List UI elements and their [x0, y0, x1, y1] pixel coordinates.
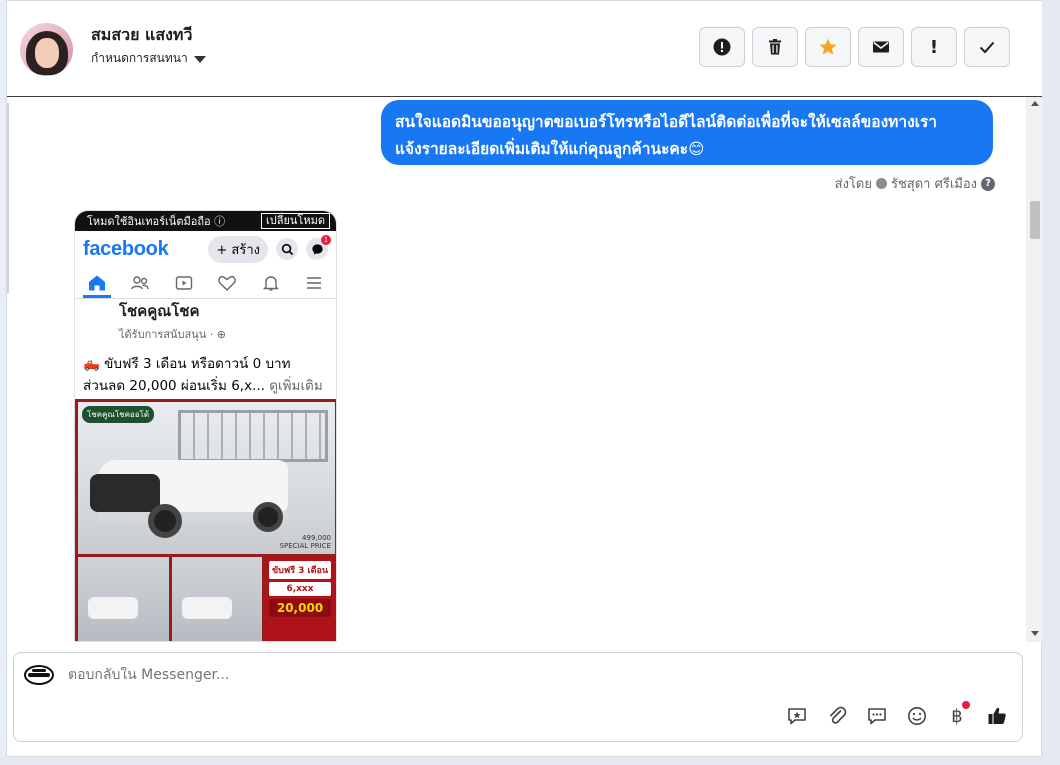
reply-composer: ฿	[13, 652, 1023, 742]
ad-price-label: SPECIAL PRICE	[279, 542, 331, 550]
done-button[interactable]	[964, 27, 1010, 67]
ad-price: 499,000	[302, 534, 331, 542]
ad-image: โชคคูณโชคออโต้ 499,000 SPECIAL PRICE ขับ…	[75, 399, 336, 641]
truck-rack	[178, 410, 328, 462]
thread-edge-marker	[7, 103, 9, 293]
menu-icon	[307, 276, 322, 289]
ad-brand-badge: โชคคูณโชคออโต้	[82, 406, 155, 423]
emoji-button[interactable]	[904, 703, 930, 729]
mark-unread-button[interactable]	[858, 27, 904, 67]
composer-tools: ฿	[784, 701, 1010, 729]
sponsored-label: ได้รับการสนับสนุน · ⊕	[119, 328, 226, 341]
ad-main-photo: โชคคูณโชคออโต้ 499,000 SPECIAL PRICE	[78, 402, 335, 554]
caret-down-icon	[193, 56, 206, 63]
payment-notification-dot	[962, 701, 970, 709]
ad-offer-1: ขับฟรี 3 เดือน	[269, 561, 331, 579]
thread-scrollbar[interactable]	[1026, 97, 1043, 642]
contact-avatar[interactable]	[20, 23, 73, 76]
truck-wheel-front	[148, 504, 182, 538]
attachment-icon	[830, 706, 847, 724]
thumb-truck-2	[181, 597, 232, 619]
post-text: 🛻 ขับฟรี 3 เดือน หรือดาวน์ 0 บาท ส่วนลด …	[75, 353, 336, 397]
mobile-data-banner: โหมดใช้อินเทอร์เน็ตมือถือ ⓘ เปลี่ยนโหมด	[75, 211, 336, 231]
like-icon	[988, 707, 1006, 724]
post-line-2: ส่วนลด 20,000 ผ่อนเริ่ม 6,x...	[83, 378, 265, 394]
truck-wheel-rear	[253, 502, 283, 532]
notification-badge: 1	[321, 235, 331, 245]
home-icon	[88, 275, 105, 290]
facebook-logo: facebook	[83, 237, 169, 260]
saved-reply-button[interactable]	[784, 703, 810, 729]
post-line-1: 🛻 ขับฟรี 3 เดือน หรือดาวน์ 0 บาท	[83, 356, 291, 372]
right-gutter	[1042, 0, 1060, 765]
post-line-2-wrap: ส่วนลด 20,000 ผ่อนเริ่ม 6,x... ดูเพิ่มเต…	[83, 375, 328, 397]
dating-icon	[218, 275, 236, 291]
ad-thumb-1	[78, 557, 169, 641]
page-logo-icon	[24, 665, 54, 685]
saved-reply-icon	[788, 708, 806, 725]
assign-conversation-dropdown[interactable]: กำหนดการสนทนา	[91, 49, 206, 68]
payment-icon: ฿	[951, 705, 963, 727]
scroll-up-arrow[interactable]	[1031, 101, 1039, 106]
ad-price-tag: 499,000 SPECIAL PRICE	[280, 534, 331, 550]
truck-front	[90, 474, 160, 512]
star-button[interactable]	[805, 27, 851, 67]
outgoing-message-bubble[interactable]: สนใจแอดมินขออนุญาตขอเบอร์โทรหรือไอดีไลน์…	[381, 100, 993, 165]
delete-button[interactable]	[752, 27, 798, 67]
ad-offer-2: 6,xxx	[269, 582, 331, 596]
scroll-thumb[interactable]	[1030, 201, 1040, 239]
bottom-gutter	[0, 757, 1060, 765]
reply-input[interactable]	[68, 667, 768, 683]
ad-offers: ขับฟรี 3 เดือน 6,xxx 20,000	[265, 557, 335, 641]
facebook-top-bar: facebook + สร้าง 1	[75, 231, 336, 267]
trash-icon	[769, 39, 781, 55]
scroll-down-arrow[interactable]	[1031, 631, 1039, 636]
watch-icon	[175, 275, 192, 290]
alert-circle-icon	[713, 38, 731, 56]
exclamation-icon: !	[929, 36, 939, 58]
attachment-button[interactable]	[824, 703, 850, 729]
help-icon[interactable]: ?	[981, 176, 995, 191]
switch-mode-label: เปลี่ยนโหมด	[260, 213, 330, 229]
agent-icon	[875, 178, 887, 189]
messenger-icon: 1	[306, 235, 331, 260]
envelope-icon	[873, 41, 889, 53]
emoji-icon	[908, 707, 926, 725]
see-more-link: ดูเพิ่มเติม	[269, 378, 323, 394]
create-pill: + สร้าง	[208, 235, 268, 263]
important-button[interactable]: !	[911, 27, 957, 67]
message-line-2: แจ้งรายละเอียดเพิ่มเติมให้แก่คุณลูกค้านะ…	[395, 140, 705, 158]
sent-by-label: ส่งโดย	[834, 177, 872, 192]
conversation-panel: สมสวย แสงทวี กำหนดการสนทนา ! สนใจแอดมินข…	[6, 0, 1043, 757]
ad-thumb-2	[171, 557, 262, 641]
ad-thumbnail-row: ขับฟรี 3 เดือน 6,xxx 20,000	[78, 557, 335, 641]
assign-label: กำหนดการสนทนา	[91, 51, 188, 65]
search-icon	[276, 238, 298, 260]
avatar-face	[35, 38, 59, 68]
facebook-top-actions: + สร้าง 1	[208, 235, 331, 263]
bell-icon	[262, 275, 279, 291]
active-tab-indicator	[83, 295, 111, 298]
attachment-screenshot[interactable]: โหมดใช้อินเทอร์เน็ตมือถือ ⓘ เปลี่ยนโหมด …	[74, 210, 337, 642]
facebook-nav-row	[75, 267, 336, 299]
star-icon	[819, 38, 837, 55]
quick-reply-button[interactable]	[864, 703, 890, 729]
contact-name[interactable]: สมสวย แสงทวี	[91, 23, 192, 48]
check-icon	[979, 41, 995, 54]
sent-by-name: รัชสุดา ศรีเมือง	[890, 177, 977, 192]
header-actions: !	[699, 27, 1010, 67]
ad-offer-3: 20,000	[269, 599, 331, 617]
payment-button[interactable]: ฿	[944, 701, 970, 729]
report-button[interactable]	[699, 27, 745, 67]
message-line-1: สนใจแอดมินขออนุญาตขอเบอร์โทรหรือไอดีไลน์…	[395, 113, 937, 131]
post-page-name: โชคคูณโชค	[119, 302, 200, 320]
message-thread[interactable]: สนใจแอดมินขออนุญาตขอเบอร์โทรหรือไอดีไลน์…	[7, 97, 1043, 642]
like-button[interactable]	[984, 703, 1010, 729]
sent-by-info: ส่งโดย รัชสุดา ศรีเมือง ?	[835, 173, 995, 194]
quick-reply-icon	[868, 708, 886, 725]
thumb-truck-1	[88, 597, 138, 619]
friends-icon	[131, 275, 149, 289]
mode-notice: โหมดใช้อินเทอร์เน็ตมือถือ ⓘ	[87, 215, 226, 228]
conversation-header: สมสวย แสงทวี กำหนดการสนทนา !	[7, 1, 1043, 97]
